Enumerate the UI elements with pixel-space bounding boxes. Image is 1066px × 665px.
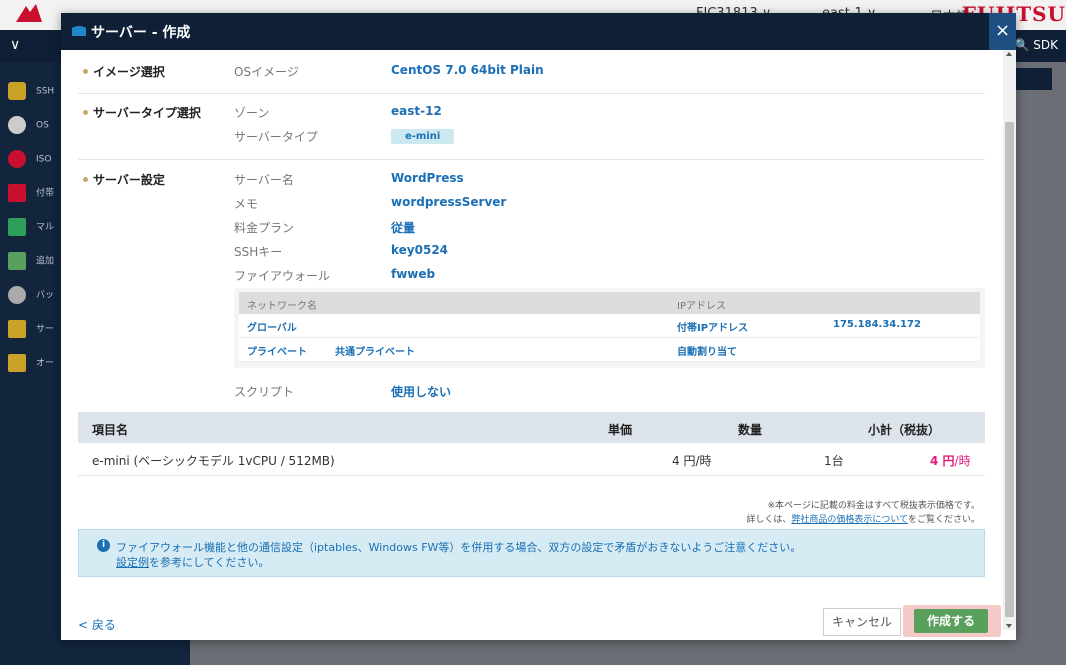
section-label: サーバータイプ選択 xyxy=(83,104,201,121)
field-label: SSHキー xyxy=(234,245,283,259)
app-logo-icon xyxy=(14,2,48,28)
field-value: wordpressServer xyxy=(391,195,507,209)
field-label: サーバー名 xyxy=(234,173,294,187)
network-table: ネットワーク名 IPアドレス グローバル 付帯IPアドレス 175.184.34… xyxy=(234,288,985,368)
back-button[interactable]: < 戻る xyxy=(78,616,116,633)
scroll-down-icon[interactable] xyxy=(1006,624,1012,628)
field-label: ファイアウォール xyxy=(234,269,331,283)
modal-scrollbar[interactable] xyxy=(1003,50,1016,630)
price-display-link[interactable]: 弊社商品の価格表示について xyxy=(791,515,908,525)
modal-body: イメージ選択 OSイメージ CentOS 7.0 64bit Plain サーバ… xyxy=(78,50,1001,640)
table-row: e-mini (ベーシックモデル 1vCPU / 512MB) 4 円/時 1台… xyxy=(78,443,985,476)
create-button-highlight: 作成する xyxy=(903,605,1001,637)
disc-icon xyxy=(8,116,26,134)
field-value: WordPress xyxy=(391,171,464,185)
tax-note: ※本ページに記載の料金はすべて税抜表示価格です。 xyxy=(767,501,980,511)
server-icon xyxy=(70,24,88,38)
tax-note-link-line: 詳しくは、弊社商品の価格表示についてをご覧ください。 xyxy=(746,515,980,525)
firewall-info-box: i ファイアウォール機能と他の通信設定（iptables、Windows FW等… xyxy=(78,529,985,577)
field-value: fwweb xyxy=(391,267,436,281)
table-row: グローバル 付帯IPアドレス 175.184.34.172 xyxy=(239,314,980,338)
field-value: 使用しない xyxy=(391,385,452,399)
image-section: イメージ選択 OSイメージ CentOS 7.0 64bit Plain xyxy=(78,50,985,94)
ip-icon xyxy=(8,184,26,202)
app-action-bar xyxy=(1012,68,1052,90)
field-label: スクリプト xyxy=(234,385,295,399)
disc-icon xyxy=(8,150,26,168)
pricing-table-header: 項目名 単価 数量 小計（税抜） xyxy=(78,412,985,443)
field-value: CentOS 7.0 64bit Plain xyxy=(391,63,544,77)
info-icon: i xyxy=(97,539,110,552)
key-icon xyxy=(8,82,26,100)
chart-icon xyxy=(8,354,26,372)
cancel-button[interactable]: キャンセル xyxy=(823,608,901,636)
backup-icon xyxy=(8,286,26,304)
create-server-modal: サーバー - 作成 × イメージ選択 OSイメージ CentOS 7.0 64b… xyxy=(61,13,1016,640)
scroll-thumb[interactable] xyxy=(1005,122,1014,617)
ip-icon xyxy=(8,218,26,236)
modal-title: サーバー - 作成 xyxy=(91,25,191,41)
table-row: プライベート 共通プライベート 自動割り当て xyxy=(239,338,980,362)
section-label: イメージ選択 xyxy=(83,63,165,80)
server-icon xyxy=(8,320,26,338)
field-value: east-12 xyxy=(391,104,442,118)
scroll-up-icon[interactable] xyxy=(1006,52,1012,56)
modal-header: サーバー - 作成 × xyxy=(61,13,1016,50)
close-icon[interactable]: × xyxy=(989,13,1016,50)
disk-icon xyxy=(8,252,26,270)
section-label: サーバー設定 xyxy=(83,171,165,188)
field-label: サーバータイプ xyxy=(234,130,318,144)
field-label: 料金プラン xyxy=(234,221,295,235)
network-table-header: ネットワーク名 IPアドレス xyxy=(239,292,980,314)
field-value: 従量 xyxy=(391,221,416,235)
server-type-badge: e-mini xyxy=(391,128,455,144)
create-button[interactable]: 作成する xyxy=(914,609,988,633)
chevron-down-icon[interactable]: ∨ xyxy=(10,37,20,53)
setting-example-link[interactable]: 設定例 xyxy=(116,556,149,569)
field-label: ゾーン xyxy=(234,106,270,120)
field-label: OSイメージ xyxy=(234,65,299,79)
field-value: key0524 xyxy=(391,243,449,257)
server-type-section: サーバータイプ選択 ゾーン east-12 サーバータイプ e-mini xyxy=(78,94,985,160)
field-label: メモ xyxy=(234,197,259,211)
sdk-link[interactable]: 🔍 SDK xyxy=(1015,38,1059,52)
